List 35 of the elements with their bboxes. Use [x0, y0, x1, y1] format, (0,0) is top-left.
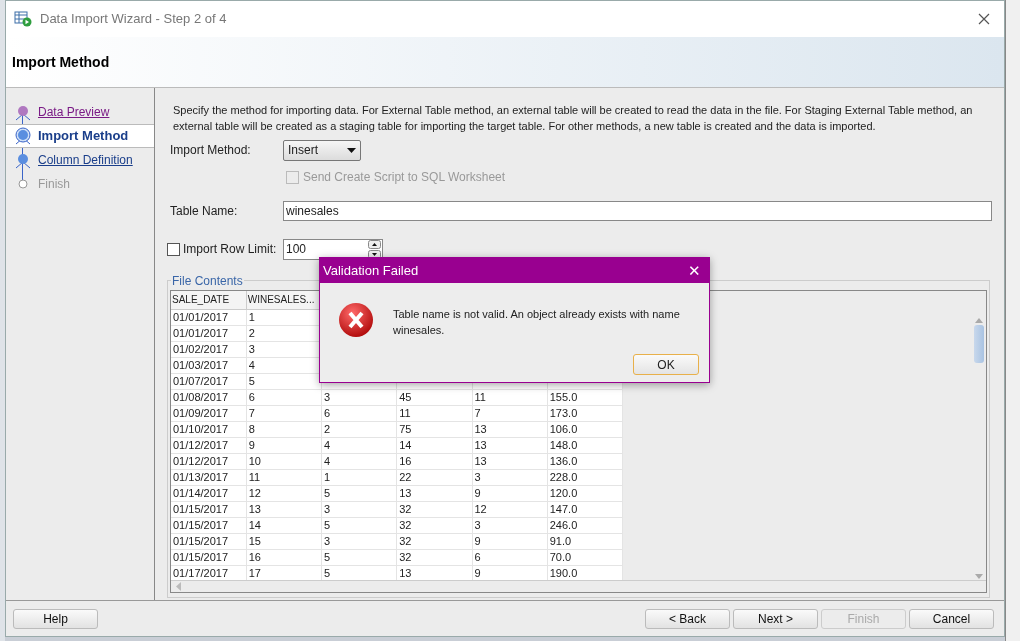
- wizard-button[interactable]: Cancel: [909, 608, 994, 629]
- scroll-down-icon: [974, 574, 984, 580]
- scroll-thumb[interactable]: [974, 325, 984, 363]
- close-icon: [978, 13, 990, 25]
- error-icon: [338, 302, 374, 338]
- checkbox-label: Send Create Script to SQL Worksheet: [303, 169, 506, 186]
- field-label: Table Name:: [169, 203, 239, 220]
- wizard-button[interactable]: < Back: [645, 608, 730, 629]
- page-heading: Import Method: [12, 52, 110, 72]
- spin-up-icon: [368, 239, 381, 249]
- window-title: Data Import Wizard - Step 2 of 4: [40, 10, 227, 29]
- table-import-icon: [14, 11, 32, 27]
- dialog-title: Validation Failed: [323, 261, 420, 280]
- table-name-field[interactable]: winesales: [283, 201, 992, 221]
- error-message: Table name is not valid. An object already exists with name winesales.: [393, 307, 681, 338]
- description-text: Specify the method for importing data. For External Table method, an external table will be created to read the data in the file. For Staging External Table method, an external table will be created as a staging table for importing the target table. For other methods, a new table is created and the data is imported.: [172, 103, 974, 134]
- step-link[interactable]: Column Definition: [38, 151, 133, 169]
- column-header[interactable]: SALE_DATE: [171, 291, 247, 309]
- dropdown-arrow-icon: [347, 147, 356, 153]
- step-label: Finish: [38, 176, 70, 193]
- checkbox[interactable]: [167, 242, 180, 256]
- column-header[interactable]: WINESALES...: [246, 291, 322, 309]
- step-node-icon: [14, 127, 32, 145]
- scroll-left-icon: [175, 582, 181, 591]
- field-label: Import Method:: [169, 142, 252, 159]
- step-link[interactable]: Data Preview: [38, 103, 110, 121]
- horizontal-scrollbar[interactable]: [171, 580, 986, 592]
- scroll-up-icon: [974, 317, 984, 323]
- import-method-dropdown[interactable]: Insert: [283, 139, 361, 161]
- close-button[interactable]: ✕: [682, 263, 706, 278]
- row-limit-spinner[interactable]: 100: [283, 238, 383, 260]
- wizard-button[interactable]: Next >: [733, 608, 818, 629]
- help-button[interactable]: Help: [13, 608, 98, 629]
- checkbox-label: Import Row Limit:: [183, 241, 277, 258]
- ok-button[interactable]: OK: [633, 354, 699, 375]
